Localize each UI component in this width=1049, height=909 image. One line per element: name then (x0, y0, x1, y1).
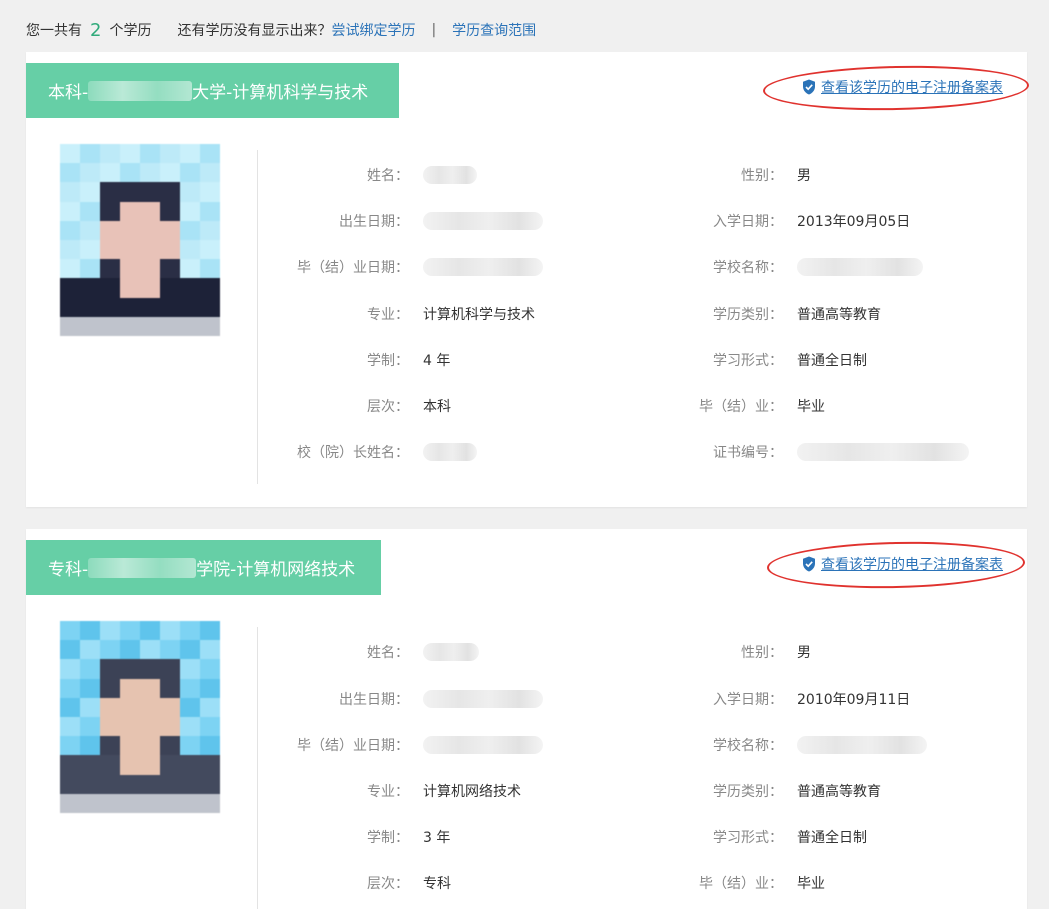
label-duration: 学制： (367, 830, 409, 846)
label-name: 姓名： (367, 645, 409, 661)
masked-name (423, 643, 479, 661)
label-major: 专业： (367, 307, 409, 323)
value-enroll: 2013年09月05日 (797, 214, 911, 230)
label-duration: 学制： (367, 353, 409, 369)
masked-birth (423, 212, 543, 230)
label-edu-type: 学历类别： (713, 784, 783, 800)
label-birth: 出生日期： (339, 692, 409, 708)
value-duration: 4 年 (423, 353, 451, 369)
student-photo-pixelated (60, 621, 220, 813)
value-duration: 3 年 (423, 830, 451, 846)
degree-count: 2 (90, 19, 102, 41)
masked-grad-date (423, 736, 543, 754)
degree-card-associate: 专科- 学院-计算机网络技术 查看该学历的电子注册备案表 姓名： 出生日期： 毕… (26, 529, 1027, 909)
label-school: 学校名称： (713, 260, 783, 276)
masked-school (797, 258, 923, 276)
label-school: 学校名称： (713, 738, 783, 754)
label-study-form: 学习形式： (713, 830, 783, 846)
shield-check-icon (803, 556, 815, 572)
missing-question: 还有学历没有显示出来？ (177, 23, 332, 39)
label-level: 层次： (367, 876, 409, 892)
registration-link-text: 查看该学历的电子注册备案表 (821, 80, 1003, 96)
blurred-school-name (88, 80, 193, 101)
value-enroll: 2010年09月11日 (797, 692, 911, 708)
blurred-school-name (88, 557, 197, 578)
link-separator: | (431, 22, 437, 38)
shield-check-icon (803, 79, 815, 95)
vertical-divider (257, 627, 258, 909)
label-level: 层次： (367, 399, 409, 415)
value-edu-type: 普通高等教育 (797, 307, 881, 323)
value-study-form: 普通全日制 (797, 830, 867, 846)
masked-president (423, 443, 477, 461)
degree-title-suffix: 大学-计算机科学与技术 (192, 83, 369, 103)
view-registration-form-link[interactable]: 查看该学历的电子注册备案表 (802, 76, 1003, 98)
degree-title-bar: 专科- 学院-计算机网络技术 (26, 540, 381, 595)
label-cert-no: 证书编号： (713, 445, 783, 461)
degree-title-bar: 本科- 大学-计算机科学与技术 (26, 63, 399, 118)
value-grad-status: 毕业 (797, 399, 825, 415)
student-photo-pixelated (60, 144, 220, 336)
value-level: 专科 (423, 876, 451, 892)
registration-link-text: 查看该学历的电子注册备案表 (821, 557, 1003, 573)
value-major: 计算机网络技术 (423, 784, 521, 800)
query-scope-link[interactable]: 学历查询范围 (452, 20, 536, 40)
label-study-form: 学习形式： (713, 353, 783, 369)
masked-grad-date (423, 258, 543, 276)
value-major: 计算机科学与技术 (423, 307, 535, 323)
label-grad-date: 毕（结）业日期： (297, 738, 409, 754)
value-gender: 男 (797, 645, 811, 661)
masked-school (797, 736, 927, 754)
label-enroll: 入学日期： (713, 214, 783, 230)
vertical-divider (257, 150, 258, 484)
summary-prefix: 您一共有 (26, 23, 82, 39)
degree-card-bachelor: 本科- 大学-计算机科学与技术 查看该学历的电子注册备案表 姓名： 出生日期： … (26, 52, 1030, 507)
masked-cert-no (797, 443, 969, 461)
label-president: 校（院）长姓名： (297, 445, 409, 461)
label-grad-date: 毕（结）业日期： (297, 260, 409, 276)
value-gender: 男 (797, 168, 811, 184)
label-edu-type: 学历类别： (713, 307, 783, 323)
label-birth: 出生日期： (339, 214, 409, 230)
label-major: 专业： (367, 784, 409, 800)
degree-title-suffix: 学院-计算机网络技术 (196, 560, 356, 580)
bind-degree-link[interactable]: 尝试绑定学历 (331, 20, 415, 40)
degree-title-prefix: 专科- (48, 560, 89, 580)
masked-birth (423, 690, 543, 708)
summary-suffix: 个学历 (109, 23, 152, 39)
value-edu-type: 普通高等教育 (797, 784, 881, 800)
degree-title-prefix: 本科- (48, 83, 89, 103)
value-grad-status: 毕业 (797, 876, 825, 892)
label-name: 姓名： (367, 168, 409, 184)
value-study-form: 普通全日制 (797, 353, 867, 369)
label-grad-status: 毕（结）业： (699, 876, 783, 892)
value-level: 本科 (423, 399, 451, 415)
label-grad-status: 毕（结）业： (699, 399, 783, 415)
masked-name (423, 166, 477, 184)
label-enroll: 入学日期： (713, 692, 783, 708)
label-gender: 性别： (741, 645, 783, 661)
degree-summary: 您一共有 2 个学历 还有学历没有显示出来？ 尝试绑定学历 | 学历查询范围 (26, 18, 536, 42)
view-registration-form-link[interactable]: 查看该学历的电子注册备案表 (802, 553, 1003, 575)
label-gender: 性别： (741, 168, 783, 184)
